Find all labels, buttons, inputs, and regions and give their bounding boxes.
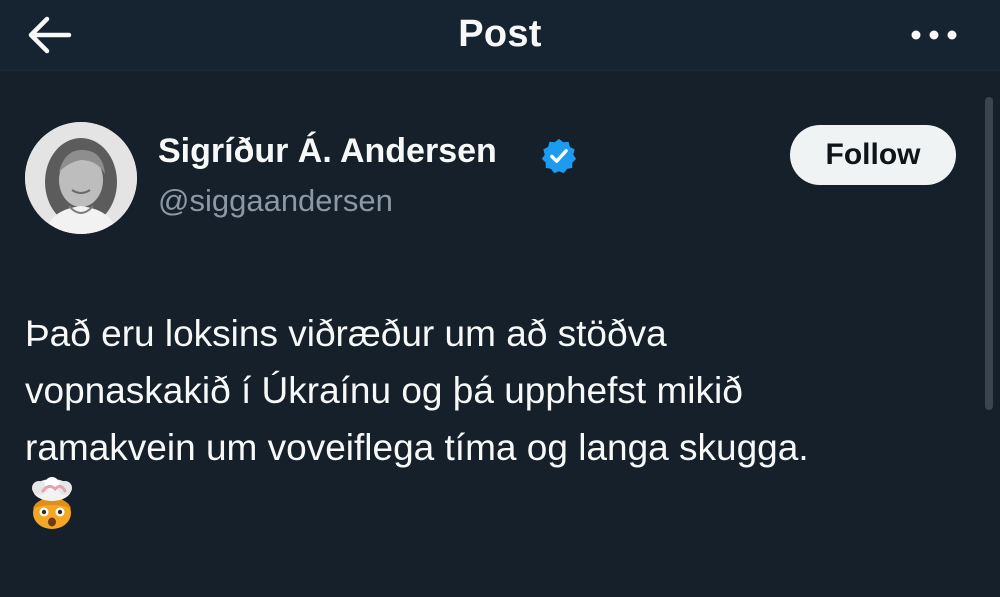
verified-badge-icon (541, 138, 577, 174)
top-navigation-bar: Post (0, 0, 1000, 71)
author-avatar[interactable] (25, 122, 137, 234)
post-text: Það eru loksins viðræður um að stöðva vo… (25, 305, 965, 476)
page-title: Post (458, 13, 542, 55)
follow-button[interactable]: Follow (790, 125, 956, 185)
more-horizontal-icon (911, 30, 957, 40)
author-handle[interactable]: @siggaandersen (158, 183, 393, 219)
more-options-button[interactable] (904, 18, 964, 52)
post-text-line: vopnaskakið í Úkraínu og þá upphefst mik… (25, 370, 743, 411)
avatar-image (25, 122, 137, 234)
post-text-line: ramakvein um voveiflega tíma og langa sk… (25, 427, 809, 468)
post-screen: Post Sigríður Á. Andersen @siggaandersen… (0, 0, 1000, 597)
author-name[interactable]: Sigríður Á. Andersen (158, 132, 497, 171)
post-text-line: Það eru loksins viðræður um að stöðva (25, 313, 667, 354)
exploding-head-emoji (32, 477, 72, 529)
scrollbar[interactable] (985, 97, 993, 410)
